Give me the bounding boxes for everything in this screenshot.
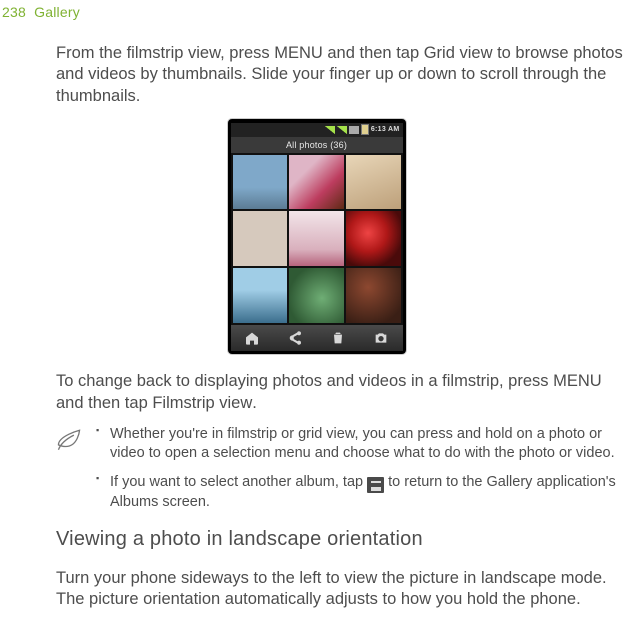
tip-icon <box>56 425 82 522</box>
filmstrip-view-term: Filmstrip view <box>152 394 252 412</box>
filmstrip-paragraph: To change back to displaying photos and … <box>56 371 627 415</box>
signal-icon <box>325 126 335 134</box>
tip-1-text: Whether you're in filmstrip or grid view… <box>110 426 615 461</box>
thumbnail <box>346 268 401 323</box>
para2-b: . <box>252 394 257 412</box>
grid-view-term: Grid view <box>424 44 493 62</box>
intro-paragraph: From the filmstrip view, press MENU and … <box>56 43 627 108</box>
thumbnail <box>233 268 288 323</box>
tip-item: If you want to select another album, tap… <box>96 473 627 512</box>
thumbnail <box>233 211 288 266</box>
thumbnail <box>289 268 344 323</box>
camera-icon <box>372 329 390 347</box>
intro-text-a: From the filmstrip view, press MENU and … <box>56 44 424 62</box>
status-time: 6:13 AM <box>371 126 400 133</box>
trash-icon <box>329 329 347 347</box>
tip-item: Whether you're in filmstrip or grid view… <box>96 425 627 463</box>
share-icon <box>286 329 304 347</box>
tip-list: Whether you're in filmstrip or grid view… <box>96 425 627 522</box>
thumbnail <box>346 211 401 266</box>
page-number: 238 <box>2 4 26 20</box>
phone-figure: 6:13 AM All photos (36) <box>0 118 633 355</box>
signal-icon <box>337 126 347 134</box>
thumbnail <box>233 155 288 210</box>
wifi-icon <box>349 126 359 134</box>
phone-statusbar: 6:13 AM <box>231 123 403 137</box>
phone-title: All photos (36) <box>231 137 403 153</box>
page-header: 238 Gallery <box>0 0 633 26</box>
thumbnail <box>289 155 344 210</box>
thumbnail <box>289 211 344 266</box>
thumbnail-grid <box>231 153 403 325</box>
phone-mock: 6:13 AM All photos (36) <box>227 118 407 355</box>
para2-a: To change back to displaying photos and … <box>56 372 602 412</box>
thumbnail <box>346 155 401 210</box>
landscape-heading: Viewing a photo in landscape orientation <box>56 528 627 551</box>
landscape-paragraph: Turn your phone sideways to the left to … <box>56 568 627 612</box>
battery-icon <box>361 124 369 135</box>
home-icon <box>243 329 261 347</box>
tip-2-text-a: If you want to select another album, tap <box>110 474 367 490</box>
phone-toolbar <box>231 325 403 351</box>
section-title: Gallery <box>34 4 80 20</box>
menu-icon <box>367 477 384 493</box>
